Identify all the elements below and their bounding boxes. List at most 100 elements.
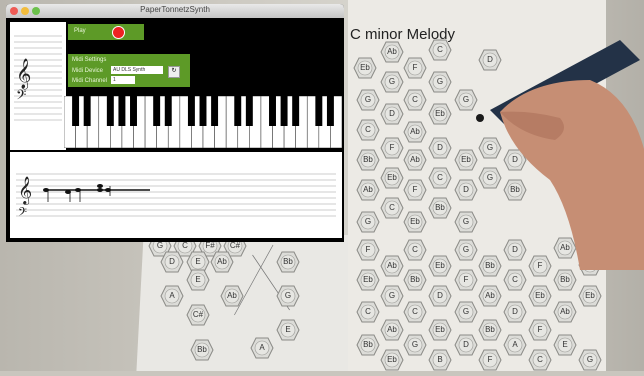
piano-black-key[interactable] [187,96,195,126]
tonnetz-note-label: Bb [485,325,495,334]
tonnetz-cell: C [403,301,427,323]
tonnetz-cell: Eb [380,349,404,371]
tonnetz-note-label: E [285,325,291,334]
tonnetz-cell: G [403,334,427,356]
tonnetz-note-label: F# [205,241,215,250]
tonnetz-cell: Bb [356,149,380,171]
tonnetz-note-label: C# [192,310,204,319]
midi-device-label: Midi Device [72,68,104,74]
tonnetz-cell: G [578,349,602,371]
tonnetz-note-label: C# [229,241,241,250]
midi-settings-panel: Midi Settings Midi Device AU DLS Synth ↻… [68,54,190,87]
tonnetz-note-label: F [487,355,493,364]
tonnetz-cell: F [478,349,502,371]
tonnetz-note-label: Ab [485,291,495,300]
tonnetz-cell: G [454,301,478,323]
tonnetz-cell: E [276,319,300,341]
midi-device-button[interactable]: ↻ [168,66,180,78]
tonnetz-note-label: C [437,45,443,54]
tonnetz-note-label: Eb [387,355,397,364]
tonnetz-cell: G [380,71,404,93]
tonnetz-note-label: Eb [363,275,373,284]
piano-black-key[interactable] [72,96,80,126]
record-button[interactable] [112,26,125,39]
piano-black-key[interactable] [315,96,323,126]
piano-black-key[interactable] [118,96,126,126]
piano-black-key[interactable] [164,96,172,126]
tonnetz-note-label: Eb [435,109,445,118]
tonnetz-cell: C# [186,304,210,326]
tonnetz-note-label: G [586,355,594,364]
tonnetz-cell: C [403,239,427,261]
tonnetz-note-label: G [411,340,419,349]
tonnetz-cell: D [428,137,452,159]
tonnetz-cell: Ab [210,251,234,273]
piano-black-key[interactable] [245,96,253,126]
tonnetz-cell: C [380,197,404,219]
tonnetz-note-label: Bb [410,275,420,284]
tonnetz-cell: Eb [428,255,452,277]
piano-black-key[interactable] [199,96,207,126]
tonnetz-cell: D [160,251,184,273]
tonnetz-note-label: D [437,291,443,300]
tonnetz-cell: Ab [380,41,404,63]
piano-keyboard[interactable] [63,95,343,149]
tonnetz-note-label: F [389,143,395,152]
tonnetz-note-label: C [365,307,371,316]
bass-clef-icon: 𝄢 [16,87,26,106]
midi-device-select[interactable]: AU DLS Synth [111,66,163,74]
piano-black-key[interactable] [269,96,276,126]
tonnetz-cell: Bb [356,334,380,356]
tonnetz-cell: C [403,89,427,111]
piano-black-key[interactable] [280,96,288,126]
tonnetz-note-label: G [388,291,396,300]
piano-black-key[interactable] [130,96,137,126]
tonnetz-cell: Bb [553,269,577,291]
tonnetz-note-label: F [412,63,418,72]
tonnetz-note-label: Bb [197,345,207,354]
tonnetz-note-label: Ab [387,261,397,270]
piano-keys[interactable] [63,95,343,149]
tonnetz-note-label: Ab [363,185,373,194]
clef-staff-panel: 𝄞 𝄢 [10,22,66,150]
tonnetz-note-label: C [412,95,418,104]
tonnetz-note-label: Ab [410,127,420,136]
tonnetz-cell: Eb [403,211,427,233]
score-panel: 𝄞 𝄢 [10,152,342,238]
midi-channel-field[interactable]: 1 [111,76,135,84]
tonnetz-cell: E [186,269,210,291]
piano-black-key[interactable] [326,96,334,126]
window-titlebar[interactable]: PaperTonnetzSynth [6,4,344,18]
tonnetz-cell: C [528,349,552,371]
tonnetz-cell: F [380,137,404,159]
tonnetz-note-label: C [412,245,418,254]
tonnetz-cell: Ab [403,149,427,171]
tonnetz-note-label: D [389,109,395,118]
tonnetz-cell: F [403,57,427,79]
piano-black-key[interactable] [83,96,91,126]
tonnetz-cell: F [356,239,380,261]
tonnetz-note-label: F [412,185,418,194]
piano-black-key[interactable] [234,96,242,126]
tonnetz-note-label: F [537,325,543,334]
piano-black-key[interactable] [211,96,219,126]
tonnetz-cell: G [356,89,380,111]
tonnetz-cell: Bb [478,319,502,341]
tonnetz-cell: A [503,334,527,356]
tonnetz-note-label: Eb [410,217,420,226]
piano-black-key[interactable] [106,96,114,126]
tonnetz-note-label: E [195,257,201,266]
tonnetz-note-label: Eb [360,63,370,72]
play-label[interactable]: Play [74,28,86,34]
hand-with-pen [476,40,644,270]
midi-channel-label: Midi Channel [72,78,108,84]
piano-black-key[interactable] [153,96,161,126]
tonnetz-note-label: Bb [435,203,445,212]
midi-settings-heading: Midi Settings [72,57,107,63]
tonnetz-note-label: Eb [387,173,397,182]
tonnetz-note-label: Bb [363,155,373,164]
tonnetz-note-label: C [365,125,371,134]
tonnetz-note-label: Bb [283,257,293,266]
piano-black-key[interactable] [292,96,300,126]
tonnetz-note-label: D [169,257,175,266]
